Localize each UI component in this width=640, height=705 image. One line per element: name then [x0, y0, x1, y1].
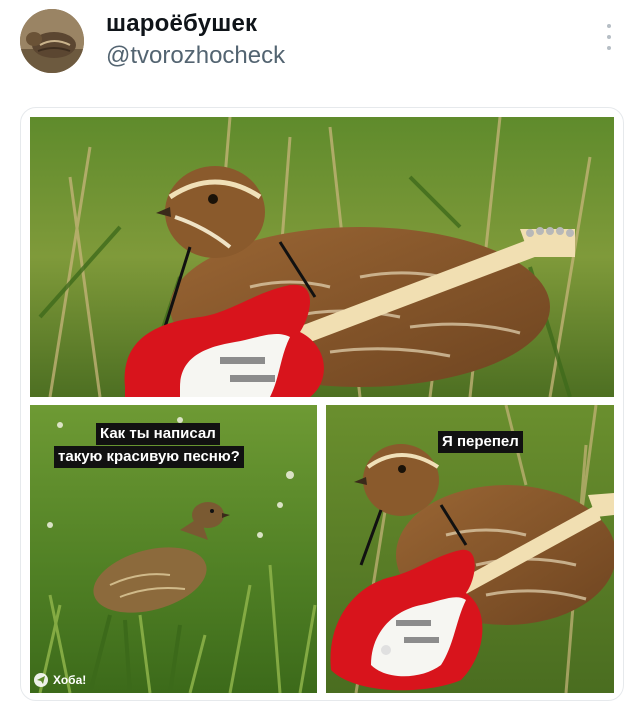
display-name[interactable]: шароёбушек: [106, 10, 257, 38]
more-options-button[interactable]: [598, 24, 620, 50]
caption-question-line1: Как ты написал: [96, 423, 220, 445]
meme-panel-bottom-right: Я перепел: [326, 405, 614, 693]
meme-panel-bottom-left: Как ты написал такую красивую песню? Хоб…: [30, 405, 317, 693]
caption-question-line2: такую красивую песню?: [54, 446, 244, 468]
user-handle[interactable]: @tvorozhocheck: [106, 42, 285, 70]
channel-watermark: Хоба!: [34, 673, 86, 687]
avatar[interactable]: [20, 9, 84, 73]
watermark-label: Хоба!: [53, 673, 87, 687]
caption-answer: Я перепел: [438, 431, 523, 453]
tweet-post: шароёбушек @tvorozhocheck Как ты написал…: [0, 0, 640, 705]
quail-guitar-image: [30, 117, 614, 397]
more-dot: [607, 46, 611, 50]
more-dot: [607, 35, 611, 39]
more-dot: [607, 24, 611, 28]
telegram-icon: [34, 673, 48, 687]
media-attachment[interactable]: Как ты написал такую красивую песню? Хоб…: [20, 107, 624, 701]
meme-panel-top: [30, 117, 614, 397]
